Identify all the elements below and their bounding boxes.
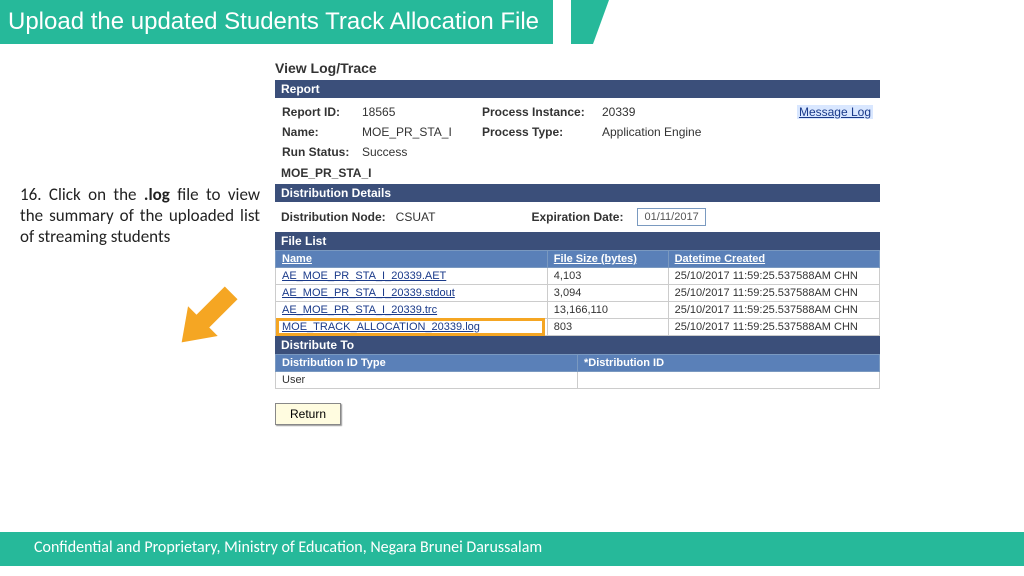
table-row: AE_MOE_PR_STA_I_20339.stdout 3,094 25/10… [276,285,880,302]
message-log-link[interactable]: Message Log [797,105,873,119]
process-instance-value: 20339 [602,105,752,119]
dist-details-row: Distribution Node: CSUAT Expiration Date… [275,202,880,232]
process-subtitle: MOE_PR_STA_I [275,164,880,184]
col-name[interactable]: Name [276,251,548,268]
distto-id [578,372,880,389]
slide-header: Upload the updated Students Track Alloca… [0,0,1024,44]
page-title: Upload the updated Students Track Alloca… [0,0,553,44]
instruction-text: 16. Click on the .log file to view the s… [20,184,260,247]
file-datetime: 25/10/2017 11:59:25.537588AM CHN [668,285,879,302]
return-button[interactable]: Return [275,403,341,425]
process-type-value: Application Engine [602,125,752,139]
slide-footer: Confidential and Proprietary, Ministry o… [0,532,1024,566]
col-distid: *Distribution ID [578,355,880,372]
file-size: 803 [547,319,668,336]
report-section-bar: Report [275,80,880,98]
name-label: Name: [282,125,362,139]
distto-type: User [276,372,578,389]
file-list-table: Name File Size (bytes) Datetime Created … [275,250,880,336]
expiration-date-value: 01/11/2017 [637,208,705,226]
file-link[interactable]: AE_MOE_PR_STA_I_20339.stdout [282,287,455,299]
file-link-log[interactable]: MOE_TRACK_ALLOCATION_20339.log [282,321,480,333]
process-type-label: Process Type: [482,125,602,139]
file-datetime: 25/10/2017 11:59:25.537588AM CHN [668,319,879,336]
filelist-bar: File List [275,232,880,250]
file-datetime: 25/10/2017 11:59:25.537588AM CHN [668,268,879,285]
report-grid: Report ID: 18565 Process Instance: 20339… [275,98,880,164]
file-link[interactable]: AE_MOE_PR_STA_I_20339.AET [282,270,446,282]
col-distidtype: Distribution ID Type [276,355,578,372]
log-trace-panel: View Log/Trace Report Report ID: 18565 P… [275,60,880,425]
instruction-prefix: 16. Click on the [20,184,144,205]
panel-title: View Log/Trace [275,60,880,76]
dist-node-value: CSUAT [396,210,436,224]
callout-arrow-icon [160,274,250,364]
dist-details-bar: Distribution Details [275,184,880,202]
run-status-label: Run Status: [282,145,362,159]
file-size: 3,094 [547,285,668,302]
dist-node-label: Distribution Node: [281,210,386,224]
table-row: AE_MOE_PR_STA_I_20339.AET 4,103 25/10/20… [276,268,880,285]
table-row: User [276,372,880,389]
instruction-bold: .log [144,184,170,205]
table-row-highlighted: MOE_TRACK_ALLOCATION_20339.log 803 25/10… [276,319,880,336]
file-size: 4,103 [547,268,668,285]
file-size: 13,166,110 [547,302,668,319]
report-id-label: Report ID: [282,105,362,119]
table-row: AE_MOE_PR_STA_I_20339.trc 13,166,110 25/… [276,302,880,319]
col-size[interactable]: File Size (bytes) [547,251,668,268]
run-status-value: Success [362,145,482,159]
banner-tail-icon [571,0,609,44]
expiration-date-label: Expiration Date: [531,210,623,224]
file-datetime: 25/10/2017 11:59:25.537588AM CHN [668,302,879,319]
name-value: MOE_PR_STA_I [362,125,482,139]
process-instance-label: Process Instance: [482,105,602,119]
col-datetime[interactable]: Datetime Created [668,251,879,268]
file-link[interactable]: AE_MOE_PR_STA_I_20339.trc [282,304,437,316]
dist-to-table: Distribution ID Type *Distribution ID Us… [275,354,880,389]
distto-bar: Distribute To [275,336,880,354]
report-id-value: 18565 [362,105,482,119]
